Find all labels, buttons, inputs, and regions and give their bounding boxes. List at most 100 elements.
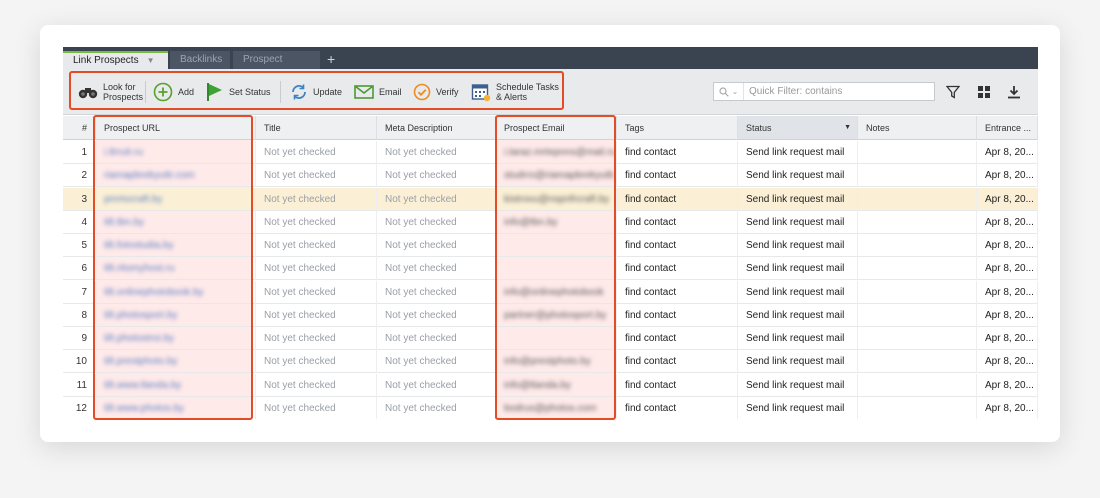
cell-text: 8	[81, 309, 87, 321]
tab-bar: Link Prospects ▼ Backlinks Prospect quali…	[63, 47, 1038, 83]
cell-text: Apr 8, 20...	[985, 356, 1034, 368]
tab-link-prospects[interactable]: Link Prospects ▼	[63, 51, 168, 69]
cell-entrance: Apr 8, 20...	[977, 141, 1038, 164]
cell-title: Not yet checked	[256, 164, 377, 188]
header-col-title[interactable]: Title	[256, 116, 377, 140]
filter-options-dropdown[interactable]: ⌄	[714, 83, 744, 100]
cell-index: 8	[63, 303, 96, 327]
cell-text: find contact	[625, 216, 677, 228]
cell-index: 11	[63, 373, 96, 397]
cell-text: Not yet checked	[385, 356, 457, 368]
cell-tags: find contact	[617, 187, 738, 211]
cell-text: Send link request mail	[746, 286, 845, 298]
cell-title: Not yet checked	[256, 187, 377, 211]
cell-notes	[858, 164, 977, 188]
cell-title: Not yet checked	[256, 373, 377, 397]
cell-meta-description: Not yet checked	[377, 210, 496, 234]
cell-entrance: Apr 8, 20...	[977, 280, 1038, 304]
cell-entrance: Apr 8, 20...	[977, 257, 1038, 281]
cell-entrance: Apr 8, 20...	[977, 164, 1038, 188]
cell-text: Send link request mail	[746, 402, 845, 414]
header-label: Notes	[866, 123, 890, 133]
cell-entrance: Apr 8, 20...	[977, 373, 1038, 397]
cell-text: Not yet checked	[385, 170, 457, 182]
cell-status: Send link request mail	[738, 257, 858, 281]
cell-text: Send link request mail	[746, 240, 845, 251]
cell-tags: find contact	[617, 396, 738, 419]
cell-text: Send link request mail	[746, 263, 845, 275]
header-col-entrance[interactable]: Entrance ...	[977, 116, 1038, 140]
cell-text: 12	[75, 402, 87, 414]
cell-meta-description: Not yet checked	[377, 187, 496, 211]
chevron-down-icon[interactable]: ▼	[147, 56, 155, 65]
cell-notes	[858, 257, 977, 281]
cell-text: Send link request mail	[746, 170, 845, 182]
cell-index: 10	[63, 350, 96, 374]
cell-meta-description: Not yet checked	[377, 373, 496, 397]
cell-notes	[858, 280, 977, 304]
cell-tags: find contact	[617, 257, 738, 281]
funnel-icon	[946, 85, 960, 99]
cell-text: find contact	[625, 147, 677, 158]
export-button[interactable]	[1004, 82, 1024, 102]
header-col-index[interactable]: #	[63, 116, 96, 140]
cell-text: Send link request mail	[746, 216, 845, 228]
header-col-notes[interactable]: Notes	[858, 116, 977, 140]
quick-filter: ⌄	[713, 82, 935, 101]
cell-text: find contact	[625, 333, 677, 344]
cell-status: Send link request mail	[738, 373, 858, 397]
cell-text: find contact	[625, 379, 677, 391]
cell-text: Not yet checked	[264, 402, 336, 414]
add-tab-button[interactable]: +	[327, 51, 335, 67]
cell-text: Not yet checked	[264, 240, 336, 251]
cell-text: 5	[81, 240, 87, 251]
cell-text: Not yet checked	[385, 263, 457, 275]
cell-meta-description: Not yet checked	[377, 350, 496, 374]
cell-text: Not yet checked	[264, 309, 336, 321]
cell-status: Send link request mail	[738, 141, 858, 164]
sort-caret-icon[interactable]: ▼	[844, 116, 851, 139]
cell-status: Send link request mail	[738, 234, 858, 257]
cell-tags: find contact	[617, 141, 738, 164]
cell-tags: find contact	[617, 350, 738, 374]
url-column-highlight-outline	[93, 115, 253, 420]
cell-text: Not yet checked	[385, 379, 457, 391]
cell-text: Not yet checked	[264, 170, 336, 182]
cell-entrance: Apr 8, 20...	[977, 187, 1038, 211]
cell-text: Send link request mail	[746, 309, 845, 321]
cell-status: Send link request mail	[738, 280, 858, 304]
layout-button[interactable]	[974, 82, 994, 102]
cell-text: Apr 8, 20...	[985, 309, 1034, 321]
cell-text: Not yet checked	[385, 240, 457, 251]
cell-notes	[858, 373, 977, 397]
tab-prospect-quality[interactable]: Prospect quality	[233, 51, 320, 83]
cell-meta-description: Not yet checked	[377, 396, 496, 419]
cell-text: find contact	[625, 170, 677, 182]
cell-text: Not yet checked	[264, 216, 336, 228]
cell-text: 3	[81, 193, 87, 205]
cell-status: Send link request mail	[738, 327, 858, 350]
cell-text: Apr 8, 20...	[985, 240, 1034, 251]
cell-text: Not yet checked	[264, 286, 336, 298]
header-col-meta-description[interactable]: Meta Description	[377, 116, 496, 140]
cell-text: Apr 8, 20...	[985, 147, 1034, 158]
cell-text: Apr 8, 20...	[985, 170, 1034, 182]
header-col-tags[interactable]: Tags	[617, 116, 738, 140]
header-label: Title	[264, 123, 281, 133]
filter-button[interactable]	[943, 82, 963, 102]
cell-text: Apr 8, 20...	[985, 263, 1034, 275]
cell-text: 1	[81, 147, 87, 158]
cell-text: Not yet checked	[385, 147, 457, 158]
cell-text: 6	[81, 263, 87, 275]
search-icon	[719, 86, 729, 97]
cell-status: Send link request mail	[738, 164, 858, 188]
tab-backlinks[interactable]: Backlinks	[170, 51, 230, 69]
cell-text: Apr 8, 20...	[985, 193, 1034, 205]
cell-index: 3	[63, 187, 96, 211]
quick-filter-input[interactable]	[749, 83, 929, 100]
cell-entrance: Apr 8, 20...	[977, 303, 1038, 327]
cell-index: 9	[63, 327, 96, 350]
header-col-status[interactable]: Status ▼	[738, 116, 858, 140]
cell-tags: find contact	[617, 164, 738, 188]
header-label: Entrance ...	[985, 123, 1032, 133]
